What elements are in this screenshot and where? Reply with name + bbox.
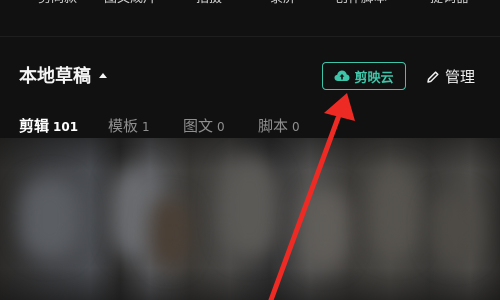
- manage-button[interactable]: 管理: [426, 64, 475, 90]
- top-tools-row: 剪同款 图文成片 拍摄 录屏 创作脚本 提词器: [0, 0, 500, 8]
- tool-same-template[interactable]: 剪同款: [38, 0, 77, 8]
- tab-template-count: 1: [142, 120, 150, 134]
- draft-thumbnails-blurred[interactable]: [0, 138, 500, 300]
- manage-button-label: 管理: [445, 68, 476, 86]
- caret-up-icon: [99, 73, 107, 78]
- tab-image-text-count: 0: [217, 120, 225, 134]
- tab-template-label: 模板: [108, 117, 139, 135]
- tool-script[interactable]: 创作脚本: [335, 0, 387, 8]
- tool-image-to-video[interactable]: 图文成片: [104, 0, 156, 8]
- tool-screen-record[interactable]: 录屏: [270, 0, 296, 8]
- local-drafts-title[interactable]: 本地草稿: [19, 64, 107, 90]
- tool-shoot[interactable]: 拍摄: [196, 0, 222, 8]
- local-drafts-label: 本地草稿: [19, 66, 91, 87]
- cloud-upload-icon: [334, 70, 350, 81]
- tab-edit-label: 剪辑: [19, 117, 50, 135]
- tab-image-text-label: 图文: [183, 117, 214, 135]
- tab-image-text[interactable]: 图文 0: [183, 114, 225, 138]
- cloud-button[interactable]: 剪映云: [322, 62, 406, 90]
- tab-script[interactable]: 脚本 0: [258, 114, 300, 138]
- tab-template[interactable]: 模板 1: [108, 114, 150, 138]
- tab-script-count: 0: [292, 120, 300, 134]
- cloud-button-label: 剪映云: [354, 70, 394, 86]
- tab-edit[interactable]: 剪辑 101: [19, 114, 78, 138]
- divider: [0, 36, 500, 37]
- tab-edit-count: 101: [53, 120, 79, 134]
- tab-script-label: 脚本: [258, 117, 289, 135]
- pencil-icon: [427, 71, 439, 83]
- tool-teleprompter[interactable]: 提词器: [430, 0, 469, 8]
